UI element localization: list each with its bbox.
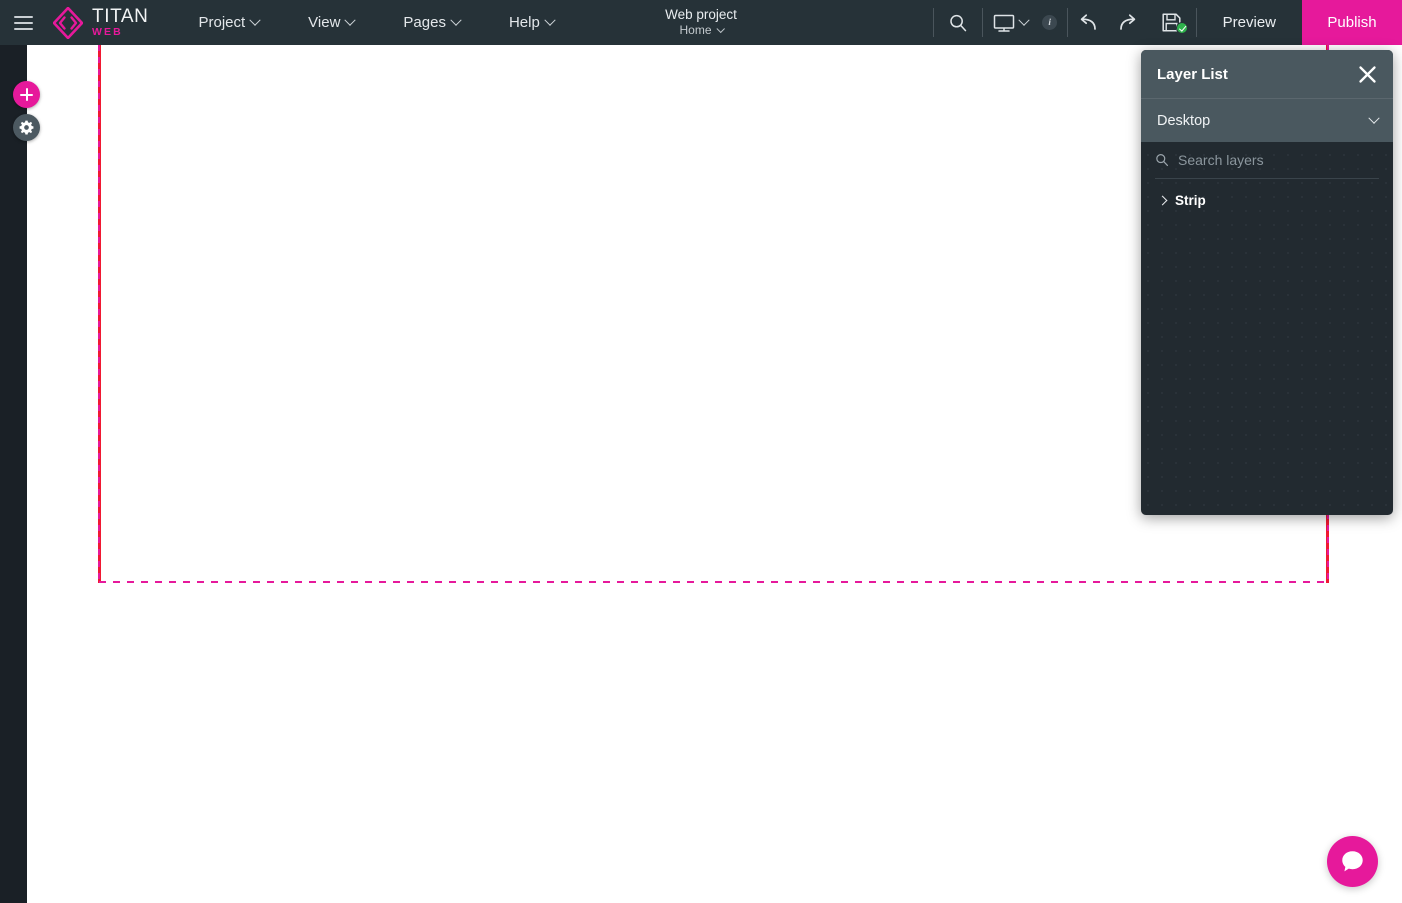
layer-item-strip[interactable]: Strip xyxy=(1141,187,1393,213)
viewport-selector[interactable]: Desktop xyxy=(1141,98,1393,142)
info-icon: i xyxy=(1042,15,1058,30)
hamburger-line xyxy=(13,15,33,18)
settings-button[interactable] xyxy=(13,114,40,141)
menu-help[interactable]: Help xyxy=(497,8,566,37)
logo-wordmark: TITAN WEB xyxy=(92,7,148,38)
close-x-glyph xyxy=(1358,65,1376,83)
chevron-down-icon xyxy=(344,14,357,26)
preview-button[interactable]: Preview xyxy=(1197,0,1302,45)
menu-help-label: Help xyxy=(508,14,540,31)
chat-support-button[interactable] xyxy=(1327,836,1378,887)
search-icon xyxy=(1156,154,1169,167)
chevron-down-icon xyxy=(715,24,725,34)
logo-subtitle: WEB xyxy=(92,26,123,39)
search-icon xyxy=(949,14,966,31)
undo-button[interactable] xyxy=(1068,0,1108,45)
device-viewport-button[interactable] xyxy=(983,0,1033,45)
strip-left-dashed-guide xyxy=(98,45,100,583)
info-button[interactable]: i xyxy=(1033,0,1067,45)
project-name: Web project xyxy=(665,6,737,22)
menu-view[interactable]: View xyxy=(296,8,366,37)
titan-diamond-logo-icon xyxy=(53,6,83,39)
chat-bubble-icon xyxy=(1342,851,1363,872)
redo-icon xyxy=(1119,13,1135,30)
save-success-check-icon xyxy=(1175,22,1188,34)
viewport-selected-value: Desktop xyxy=(1157,112,1211,129)
chevron-down-icon xyxy=(1018,14,1030,26)
menu-pages[interactable]: Pages xyxy=(391,8,472,37)
layer-tree: Strip xyxy=(1141,179,1393,213)
hamburger-line xyxy=(13,27,33,30)
hamburger-line xyxy=(13,21,33,24)
save-button[interactable] xyxy=(1148,0,1196,45)
search-input[interactable]: Search layers xyxy=(1178,152,1264,168)
chevron-down-icon xyxy=(249,14,261,26)
page-name-label: Home xyxy=(679,23,712,38)
redo-button[interactable] xyxy=(1108,0,1148,45)
logo-title: TITAN xyxy=(92,6,149,28)
close-icon[interactable] xyxy=(1354,61,1380,87)
undo-icon xyxy=(1080,13,1096,30)
layer-list-panel: Layer List Desktop Search layers Strip xyxy=(1141,50,1393,515)
chevron-right-icon[interactable] xyxy=(1157,195,1168,205)
search-button[interactable] xyxy=(934,0,982,45)
desktop-device-icon xyxy=(993,14,1015,32)
app-logo[interactable]: TITAN WEB xyxy=(53,6,148,39)
layer-list-header: Layer List xyxy=(1141,50,1393,98)
chevron-down-icon xyxy=(1368,112,1380,124)
layer-search-row[interactable]: Search layers xyxy=(1155,142,1379,179)
layer-item-label: Strip xyxy=(1175,192,1206,208)
chevron-down-icon xyxy=(544,14,556,26)
layer-list-title: Layer List xyxy=(1157,65,1228,83)
toolbar-actions: i Preview Publish xyxy=(932,0,1402,45)
menu-view-label: View xyxy=(308,14,341,31)
main-menu: Project View Pages Help xyxy=(186,8,590,37)
menu-project-label: Project xyxy=(198,14,246,31)
publish-button[interactable]: Publish xyxy=(1302,0,1402,45)
page-selector[interactable]: Home xyxy=(679,23,725,38)
gear-icon xyxy=(19,120,34,135)
chevron-down-icon xyxy=(450,14,462,26)
strip-bottom-dashed-guide xyxy=(99,581,1328,583)
add-element-button[interactable] xyxy=(13,81,40,108)
menu-project[interactable]: Project xyxy=(186,8,271,37)
top-toolbar: TITAN WEB Project View Pages Help Web pr… xyxy=(0,0,1402,45)
left-sidebar-rail xyxy=(0,45,40,903)
menu-pages-label: Pages xyxy=(403,14,446,31)
hamburger-menu-icon[interactable] xyxy=(0,0,46,45)
